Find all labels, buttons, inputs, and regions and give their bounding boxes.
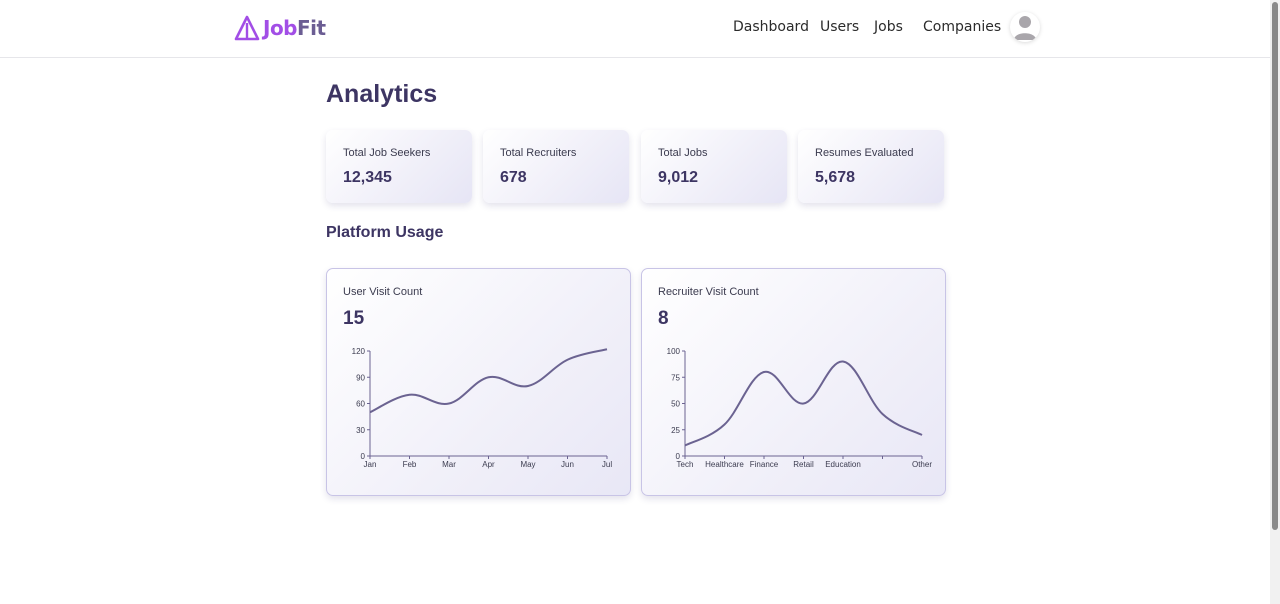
- stat-value: 5,678: [815, 169, 856, 186]
- recruiter-visit-line-chart: 0255075100Tech Healthcare Finance Retail Edu…: [667, 347, 933, 469]
- y-tick-label: 25: [671, 426, 680, 435]
- x-tick-label: May: [520, 460, 535, 469]
- series-line: [369, 348, 608, 414]
- triangle-logo-icon: [234, 15, 260, 41]
- stat-label: Resumes Evaluated: [815, 147, 914, 159]
- y-tick-label: 100: [667, 347, 681, 356]
- stat-card-recruiters: Total Recruiters 678: [483, 130, 629, 203]
- nav-users[interactable]: Users: [820, 19, 859, 35]
- section-title: Platform Usage: [326, 224, 444, 241]
- y-tick-label: 75: [671, 373, 680, 382]
- user-visit-line-chart: 0306090120Jan Feb Mar Apr May Jun Jul: [352, 347, 613, 469]
- top-navbar: JobFit Dashboard Users Jobs Companies: [0, 0, 1270, 58]
- x-tick-label: Other: [912, 460, 932, 469]
- brand-name: JobFit: [263, 16, 326, 40]
- stat-card-job-seekers: Total Job Seekers 12,345: [326, 130, 472, 203]
- x-tick-label: Apr: [482, 460, 495, 469]
- stat-label: Total Jobs: [658, 147, 708, 159]
- y-tick-label: 60: [356, 400, 365, 409]
- page-scrollbar[interactable]: [1270, 0, 1280, 604]
- y-tick-label: 120: [352, 347, 366, 356]
- nav-companies[interactable]: Companies: [923, 19, 1001, 35]
- scrollbar-thumb[interactable]: [1272, 2, 1278, 530]
- page-title: Analytics: [326, 80, 438, 108]
- brand-name-part1: Job: [263, 16, 298, 40]
- x-tick-label: Jun: [561, 460, 574, 469]
- stat-value: 12,345: [343, 169, 392, 186]
- nav-dashboard[interactable]: Dashboard: [733, 19, 809, 35]
- chart-card-user-visits: User Visit Count 15 0 30 60 90 120 Jan Feb Mar A…: [326, 268, 631, 496]
- series-line: [684, 360, 923, 447]
- stat-value: 9,012: [658, 169, 699, 186]
- x-tick-label: Mar: [442, 460, 456, 469]
- x-tick-label: Healthcare: [705, 460, 744, 469]
- x-tick-label: Jan: [364, 460, 377, 469]
- stat-label: Total Job Seekers: [343, 147, 431, 159]
- chart-card-recruiter-visits: Recruiter Visit Count 8 0 25 50 75 100 Tech He…: [641, 268, 946, 496]
- x-tick-label: Retail: [793, 460, 814, 469]
- brand-logo[interactable]: JobFit: [234, 14, 326, 42]
- brand-name-part2: Fit: [297, 16, 326, 40]
- x-tick-label: Jul: [602, 460, 612, 469]
- y-tick-label: 90: [356, 373, 365, 382]
- y-tick-label: 30: [356, 426, 365, 435]
- user-avatar-icon: [1014, 16, 1036, 40]
- stat-card-jobs: Total Jobs 9,012: [641, 130, 787, 203]
- stat-label: Total Recruiters: [500, 147, 577, 159]
- x-tick-label: Education: [825, 460, 861, 469]
- y-tick-label: 50: [671, 400, 680, 409]
- x-tick-label: Feb: [403, 460, 417, 469]
- x-tick-label: Finance: [750, 460, 779, 469]
- nav-jobs[interactable]: Jobs: [874, 19, 903, 35]
- stat-card-resumes-evaluated: Resumes Evaluated 5,678: [798, 130, 944, 203]
- stat-value: 678: [500, 169, 527, 186]
- user-avatar-button[interactable]: [1010, 12, 1040, 42]
- x-tick-label: Tech: [677, 460, 694, 469]
